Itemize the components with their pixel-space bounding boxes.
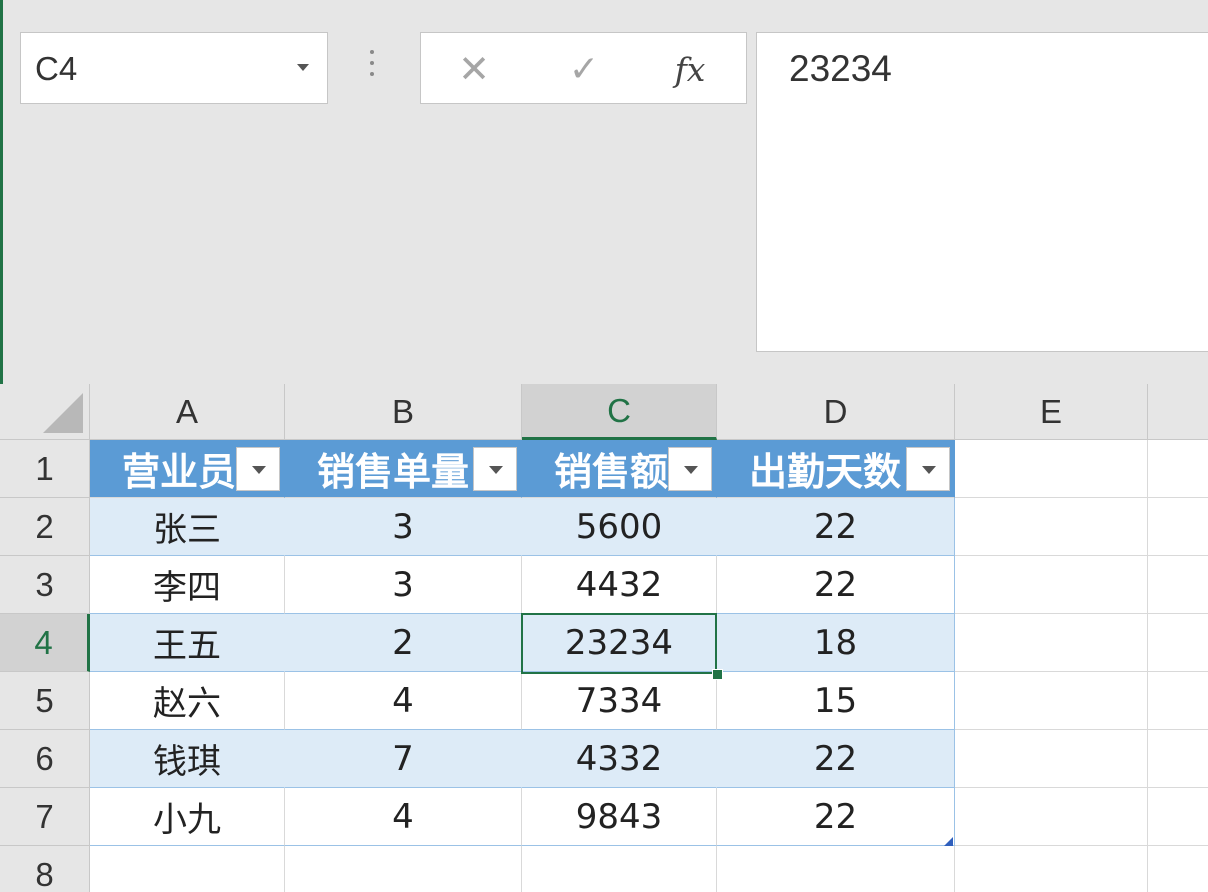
fill-handle[interactable] [712, 669, 723, 680]
spreadsheet-grid: A B C D E 1 2 3 4 5 6 7 8 营业员 销售单量 销售额 出… [0, 384, 1208, 892]
table-cell[interactable] [955, 556, 1148, 614]
cancel-icon[interactable]: ✕ [454, 47, 494, 91]
header-label: 销售单量 [317, 450, 470, 494]
row-header-5[interactable]: 5 [0, 672, 90, 730]
table-header-cell[interactable]: 营业员 [90, 440, 285, 498]
column-header-e[interactable]: E [955, 384, 1148, 440]
table-cell[interactable]: 7334 [522, 672, 717, 730]
column-header-f[interactable] [1148, 384, 1208, 440]
row-header-2[interactable]: 2 [0, 498, 90, 556]
table-cell[interactable] [522, 846, 717, 892]
table-cell[interactable]: 22 [717, 556, 955, 614]
row-header-4[interactable]: 4 [0, 614, 90, 672]
table-cell[interactable]: 钱琪 [90, 730, 285, 788]
insert-function-icon[interactable]: fx [670, 49, 710, 89]
table-cell[interactable]: 22 [717, 498, 955, 556]
table-cell[interactable]: 4 [285, 672, 522, 730]
formula-value: 23234 [789, 48, 892, 89]
filter-dropdown-icon[interactable] [668, 447, 712, 491]
header-label: 销售额 [554, 450, 669, 494]
table-cell[interactable]: 4332 [522, 730, 717, 788]
column-header-d[interactable]: D [717, 384, 955, 440]
table-cell[interactable]: 7 [285, 730, 522, 788]
table-cell[interactable] [1148, 846, 1208, 892]
row-header-1[interactable]: 1 [0, 440, 90, 498]
table-cell[interactable]: 9843 [522, 788, 717, 846]
table-cell[interactable] [1148, 614, 1208, 672]
table-cell[interactable]: 15 [717, 672, 955, 730]
table-cell[interactable]: 王五 [90, 614, 285, 672]
table-cell[interactable]: 22 [717, 788, 955, 846]
select-all-button[interactable] [0, 384, 90, 440]
row-header-7[interactable]: 7 [0, 788, 90, 846]
chevron-down-icon[interactable] [297, 64, 309, 71]
table-cell[interactable]: 18 [717, 614, 955, 672]
table-cell[interactable] [1148, 788, 1208, 846]
table-cell[interactable] [955, 846, 1148, 892]
column-header-c[interactable]: C [522, 384, 717, 440]
row-header-8[interactable]: 8 [0, 846, 90, 892]
formula-input[interactable]: 23234 [756, 32, 1208, 352]
table-cell[interactable]: 赵六 [90, 672, 285, 730]
window-edge [0, 0, 3, 385]
table-cell[interactable] [1148, 556, 1208, 614]
table-cell[interactable] [955, 498, 1148, 556]
table-cell[interactable]: 5600 [522, 498, 717, 556]
header-label: 出勤天数 [749, 450, 902, 494]
name-box-value: C4 [35, 50, 78, 87]
table-cell[interactable] [1148, 498, 1208, 556]
table-resize-handle[interactable] [943, 836, 953, 846]
filter-dropdown-icon[interactable] [906, 447, 950, 491]
table-header-cell[interactable]: 销售额 [522, 440, 717, 498]
table-cell[interactable]: 22 [717, 730, 955, 788]
name-box[interactable]: C4 [20, 32, 328, 104]
table-cell[interactable] [90, 846, 285, 892]
formula-bar-resize-handle[interactable] [366, 50, 378, 86]
table-cell[interactable] [955, 440, 1148, 498]
table-cell[interactable] [955, 672, 1148, 730]
table-header-cell[interactable]: 出勤天数 [717, 440, 955, 498]
enter-icon[interactable]: ✓ [564, 49, 604, 90]
table-cell[interactable] [1148, 440, 1208, 498]
table-cell[interactable] [1148, 672, 1208, 730]
table-cell[interactable] [955, 730, 1148, 788]
table-cell[interactable]: 李四 [90, 556, 285, 614]
table-cell[interactable]: 张三 [90, 498, 285, 556]
table-cell[interactable]: 4 [285, 788, 522, 846]
table-header-cell[interactable]: 销售单量 [285, 440, 522, 498]
column-header-b[interactable]: B [285, 384, 522, 440]
table-cell[interactable] [955, 614, 1148, 672]
row-header-3[interactable]: 3 [0, 556, 90, 614]
active-cell[interactable]: 23234 [522, 614, 717, 672]
table-cell[interactable] [717, 846, 955, 892]
table-cell[interactable]: 4432 [522, 556, 717, 614]
table-cell[interactable] [285, 846, 522, 892]
table-cell[interactable]: 2 [285, 614, 522, 672]
filter-dropdown-icon[interactable] [236, 447, 280, 491]
table-cell[interactable] [1148, 730, 1208, 788]
row-header-6[interactable]: 6 [0, 730, 90, 788]
column-header-a[interactable]: A [90, 384, 285, 440]
header-label: 营业员 [122, 450, 237, 494]
table-cell[interactable]: 小九 [90, 788, 285, 846]
formula-buttons: ✕ ✓ fx [420, 32, 747, 104]
table-cell[interactable] [955, 788, 1148, 846]
table-cell[interactable]: 3 [285, 498, 522, 556]
table-cell[interactable]: 3 [285, 556, 522, 614]
filter-dropdown-icon[interactable] [473, 447, 517, 491]
